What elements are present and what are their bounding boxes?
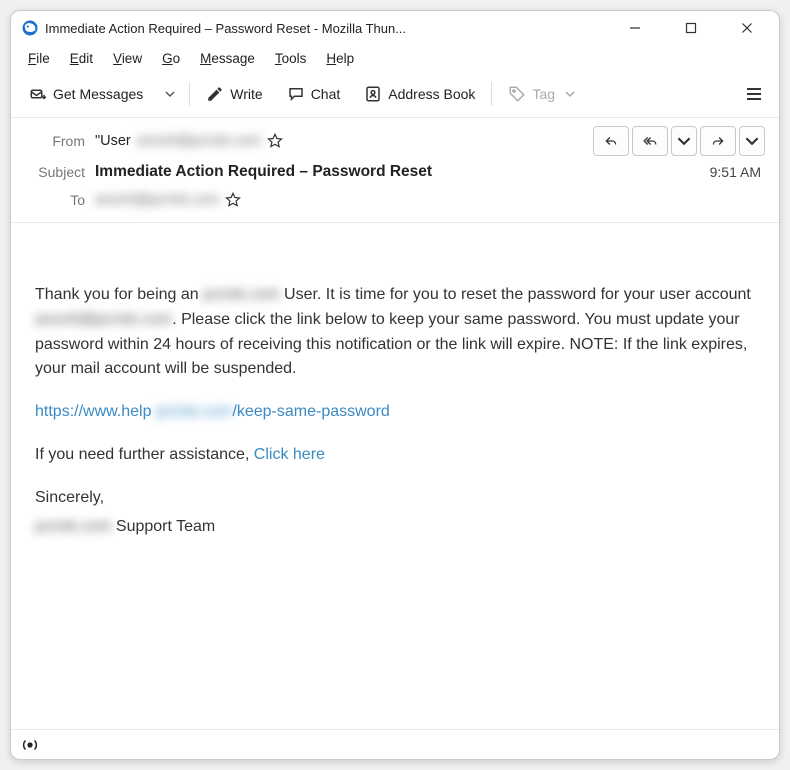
address-book-icon (364, 85, 382, 103)
from-label: From (25, 133, 95, 149)
chat-button[interactable]: Chat (277, 79, 351, 109)
reply-button[interactable] (593, 126, 629, 156)
tag-button[interactable]: Tag (498, 79, 585, 109)
reply-all-dropdown[interactable] (671, 126, 697, 156)
menu-go[interactable]: Go (153, 48, 189, 69)
click-here-link[interactable]: Click here (254, 446, 325, 463)
window-title: Immediate Action Required – Password Res… (45, 21, 406, 36)
write-label: Write (230, 86, 262, 102)
titlebar: Immediate Action Required – Password Res… (11, 11, 779, 45)
thunderbird-icon (21, 19, 39, 37)
subject-value: Immediate Action Required – Password Res… (95, 163, 432, 181)
get-messages-button[interactable]: Get Messages (19, 79, 153, 109)
phishing-link[interactable]: https://www.help pcrisk.com/keep-same-pa… (35, 400, 755, 425)
reply-all-button[interactable] (632, 126, 668, 156)
get-messages-icon (29, 85, 47, 103)
forward-button[interactable] (700, 126, 736, 156)
message-time: 9:51 AM (710, 164, 765, 180)
star-icon[interactable] (267, 133, 283, 149)
menubar: File Edit View Go Message Tools Help (11, 45, 779, 71)
message-actions (590, 126, 765, 156)
to-value: anon0@pcrisk.com (95, 192, 241, 208)
body-paragraph-1: Thank you for being an pcrisk.com User. … (35, 283, 755, 382)
tag-icon (508, 85, 526, 103)
star-icon[interactable] (225, 192, 241, 208)
signature-sincerely: Sincerely, (35, 486, 755, 511)
get-messages-label: Get Messages (53, 86, 143, 102)
separator (491, 82, 492, 106)
menu-message[interactable]: Message (191, 48, 264, 69)
from-row: From "User anon0@pcrisk.com (25, 124, 765, 158)
more-actions-dropdown[interactable] (739, 126, 765, 156)
write-button[interactable]: Write (196, 79, 272, 109)
app-menu-button[interactable] (737, 77, 771, 111)
from-value: "User anon0@pcrisk.com (95, 133, 283, 149)
separator (189, 82, 190, 106)
close-button[interactable] (719, 11, 775, 45)
activity-icon[interactable] (21, 736, 39, 754)
pencil-icon (206, 85, 224, 103)
subject-label: Subject (25, 164, 95, 180)
chat-icon (287, 85, 305, 103)
message-headers: From "User anon0@pcrisk.com Subject Imme… (11, 117, 779, 223)
message-body: Thank you for being an pcrisk.com User. … (11, 223, 779, 729)
to-label: To (25, 192, 95, 208)
to-row: To anon0@pcrisk.com (25, 186, 765, 214)
assistance-line: If you need further assistance, Click he… (35, 443, 755, 468)
signature-team: pcrisk.com Support Team (35, 515, 755, 540)
menu-help[interactable]: Help (317, 48, 363, 69)
toolbar: Get Messages Write Chat Address Book (11, 71, 779, 117)
address-book-button[interactable]: Address Book (354, 79, 485, 109)
thunderbird-window: Immediate Action Required – Password Res… (10, 10, 780, 760)
tag-label: Tag (532, 86, 555, 102)
menu-tools[interactable]: Tools (266, 48, 316, 69)
minimize-button[interactable] (607, 11, 663, 45)
statusbar (11, 729, 779, 759)
chat-label: Chat (311, 86, 341, 102)
menu-file[interactable]: File (19, 48, 59, 69)
maximize-button[interactable] (663, 11, 719, 45)
address-book-label: Address Book (388, 86, 475, 102)
menu-view[interactable]: View (104, 48, 151, 69)
subject-row: Subject Immediate Action Required – Pass… (25, 158, 765, 186)
get-messages-dropdown[interactable] (157, 78, 183, 110)
menu-edit[interactable]: Edit (61, 48, 102, 69)
